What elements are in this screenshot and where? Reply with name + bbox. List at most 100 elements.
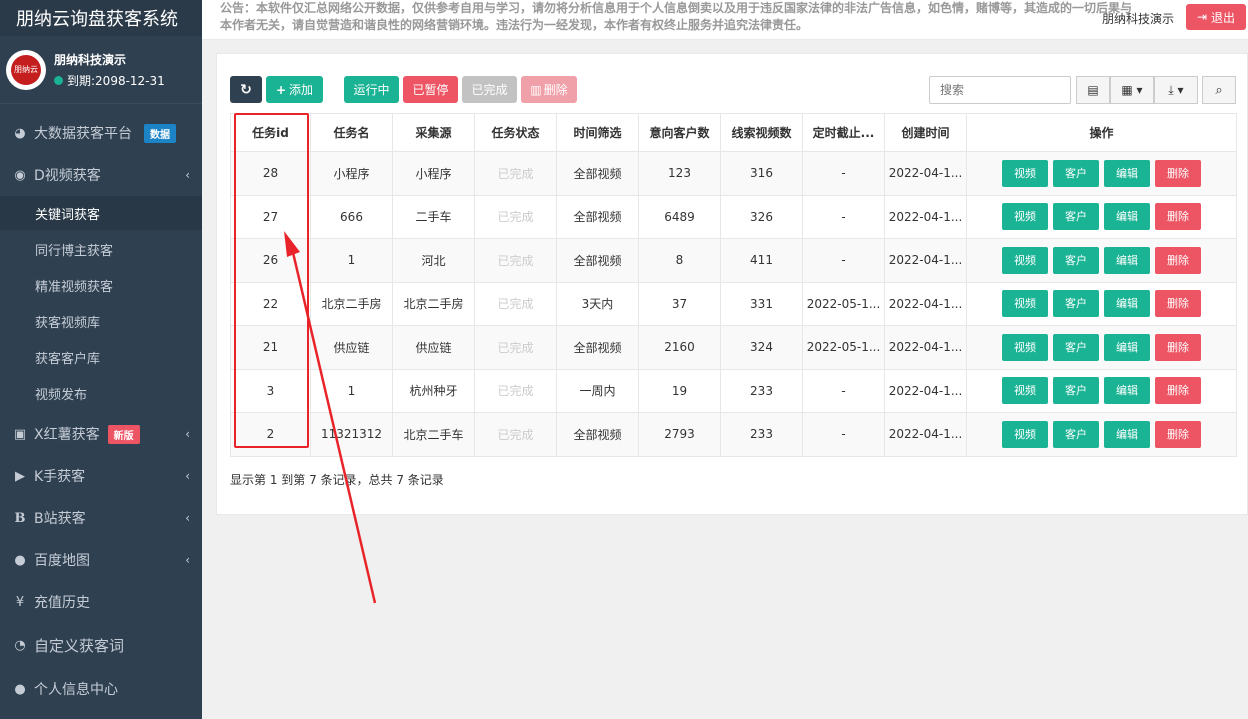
row-customer-button[interactable]: 客户 [1053, 159, 1099, 187]
row-customer-button[interactable]: 客户 [1053, 377, 1099, 405]
row-customer-button[interactable]: 客户 [1053, 203, 1099, 231]
row-delete-button[interactable]: 删除 [1155, 159, 1201, 187]
row-video-button[interactable]: 视频 [1002, 377, 1048, 405]
table-cell: 26 [230, 238, 311, 283]
col-header[interactable]: 定时截止... [802, 113, 885, 152]
table-cell: 已完成 [474, 412, 557, 457]
row-delete-button[interactable]: 删除 [1155, 203, 1201, 231]
row-video-button[interactable]: 视频 [1002, 420, 1048, 448]
row-customer-button[interactable]: 客户 [1053, 290, 1099, 318]
row-video-button[interactable]: 视频 [1002, 290, 1048, 318]
sidebar-item-bilibili[interactable]: B B站获客 ‹ [0, 503, 202, 533]
row-delete-button[interactable]: 删除 [1155, 246, 1201, 274]
table-cell: 2022-04-1... [884, 281, 967, 326]
submenu-keyword[interactable]: 关键词获客 [0, 196, 202, 230]
table-cell: 21 [230, 325, 311, 370]
table-cell: 小程序 [392, 151, 475, 196]
row-delete-button[interactable]: 删除 [1155, 290, 1201, 318]
top-header: 公告：本软件仅汇总网络公开数据，仅供参考自用与学习，请勿将分析信息用于个人信息倒… [202, 0, 1248, 40]
table-cell: 6489 [638, 194, 721, 239]
download-icon: ⤓ ▾ [1168, 82, 1184, 97]
running-button[interactable]: 运行中 [344, 76, 399, 103]
sidebar-item-recharge[interactable]: ¥ 充值历史 [0, 587, 202, 617]
table-cell: 2022-04-1... [884, 238, 967, 283]
submenu-video-publish[interactable]: 视频发布 [0, 376, 202, 410]
logout-button[interactable]: ⇥ 退出 [1186, 4, 1246, 30]
col-header[interactable]: 采集源 [392, 113, 475, 152]
row-edit-button[interactable]: 编辑 [1104, 159, 1150, 187]
table-row[interactable]: 21 供应链 供应链 已完成 全部视频 2160 324 2022-05-1... 2022-0… [230, 325, 1237, 370]
add-button[interactable]: + 添加 [266, 76, 323, 103]
row-video-button[interactable]: 视频 [1002, 246, 1048, 274]
table-cell: 已完成 [474, 151, 557, 196]
submenu-peer-blogger[interactable]: 同行博主获客 [0, 232, 202, 266]
col-header[interactable]: 线索视频数 [720, 113, 803, 152]
table-row[interactable]: 28 小程序 小程序 已完成 全部视频 123 316-2022-04-1... 视频 客户 编辑… [230, 151, 1237, 196]
row-edit-button[interactable]: 编辑 [1104, 333, 1150, 361]
done-button[interactable]: 已完成 [462, 76, 517, 103]
row-edit-button[interactable]: 编辑 [1104, 246, 1150, 274]
sidebar-item-profile[interactable]: ● 个人信息中心 [0, 674, 202, 704]
ops-cell: 视频 客户 编辑 删除 [966, 325, 1237, 370]
table-row[interactable]: 3 1 杭州种牙 已完成 一周内 19 233-2022-04-1... 视频 客户 编辑 删除 [230, 368, 1237, 413]
table-row[interactable]: 26 1 河北 已完成 全部视频 8 411-2022-04-1... 视频 客户 编辑 删除 [230, 238, 1237, 283]
row-edit-button[interactable]: 编辑 [1104, 377, 1150, 405]
table-cell: 37 [638, 281, 721, 326]
search-button[interactable]: ⌕ [1202, 76, 1236, 104]
submenu-precise-video[interactable]: 精准视频获客 [0, 268, 202, 302]
row-video-button[interactable]: 视频 [1002, 333, 1048, 361]
header-username[interactable]: 朋纳科技演示 [1102, 10, 1174, 27]
refresh-button[interactable]: ↻ [230, 76, 262, 103]
col-header[interactable]: 时间筛选 [556, 113, 639, 152]
submenu-video-library[interactable]: 获客视频库 [0, 304, 202, 338]
row-edit-button[interactable]: 编辑 [1104, 290, 1150, 318]
sidebar-item-kuaishou[interactable]: ▶ K手获客 ‹ [0, 461, 202, 491]
table-cell: 2022-04-1... [884, 368, 967, 413]
ops-cell: 视频 客户 编辑 删除 [966, 281, 1237, 326]
sidebar-item-dvideo[interactable]: ◉ D视频获客 ‹ [0, 160, 202, 190]
sidebar-item-xhs[interactable]: ▣ X红薯获客 新版 ‹ [0, 419, 202, 449]
table-cell: 已完成 [474, 325, 557, 370]
col-header[interactable]: 意向客户数 [638, 113, 721, 152]
col-header[interactable]: 任务名 [310, 113, 393, 152]
trash-icon: ▥ [530, 82, 542, 97]
row-delete-button[interactable]: 删除 [1155, 420, 1201, 448]
columns-button[interactable]: ▦ ▾ [1110, 76, 1154, 104]
app-title: 朋纳云询盘获客系统 [0, 0, 202, 36]
col-header[interactable]: 任务id [230, 113, 311, 152]
toggle-view-button[interactable]: ▤ [1076, 76, 1110, 104]
avatar[interactable]: 朋纳云 [6, 49, 46, 90]
table-row[interactable]: 2 11321312 北京二手车 已完成 全部视频 2793 233-2022-04-1..… [230, 412, 1237, 457]
table-cell: 全部视频 [556, 238, 639, 283]
row-edit-button[interactable]: 编辑 [1104, 420, 1150, 448]
bulk-delete-button[interactable]: ▥ 删除 [521, 76, 577, 103]
table-row[interactable]: 22 北京二手房 北京二手房 已完成 3天内 37 331 2022-05-1... 2022-… [230, 281, 1237, 326]
col-header[interactable]: 任务状态 [474, 113, 557, 152]
table-row[interactable]: 27 666 二手车 已完成 全部视频 6489 326-2022-04-1... 视频 客户编… [230, 194, 1237, 239]
row-edit-button[interactable]: 编辑 [1104, 203, 1150, 231]
row-delete-button[interactable]: 删除 [1155, 333, 1201, 361]
sidebar-item-bigdata[interactable]: ◕ 大数据获客平台 数据 [0, 118, 202, 148]
row-video-button[interactable]: 视频 [1002, 203, 1048, 231]
export-button[interactable]: ⤓ ▾ [1154, 76, 1198, 104]
table-cell: 2022-04-1... [884, 325, 967, 370]
row-video-button[interactable]: 视频 [1002, 159, 1048, 187]
sidebar-item-label: B站获客 [34, 511, 86, 527]
sidebar-item-custom-words[interactable]: ◔ 自定义获客词 [0, 630, 202, 660]
col-header[interactable]: 创建时间 [884, 113, 967, 152]
row-delete-button[interactable]: 删除 [1155, 377, 1201, 405]
ops-cell: 视频 客户 编辑 删除 [966, 194, 1237, 239]
search-input[interactable] [929, 76, 1071, 104]
table-cell: 331 [720, 281, 803, 326]
row-customer-button[interactable]: 客户 [1053, 420, 1099, 448]
table-cell: 233 [720, 368, 803, 413]
sidebar-item-baidu-map[interactable]: ● 百度地图 ‹ [0, 545, 202, 575]
main-panel: ↻ + 添加 运行中 已暂停 已完成 ▥ 删除 ▤ ▦ ▾ ⤓ ▾ ⌕ 任务id… [216, 53, 1248, 515]
table-cell: 1 [310, 368, 393, 413]
row-customer-button[interactable]: 客户 [1053, 246, 1099, 274]
row-customer-button[interactable]: 客户 [1053, 333, 1099, 361]
paused-button[interactable]: 已暂停 [403, 76, 458, 103]
table-cell: 全部视频 [556, 325, 639, 370]
submenu-customer-library[interactable]: 获客客户库 [0, 340, 202, 374]
table-cell: 2160 [638, 325, 721, 370]
